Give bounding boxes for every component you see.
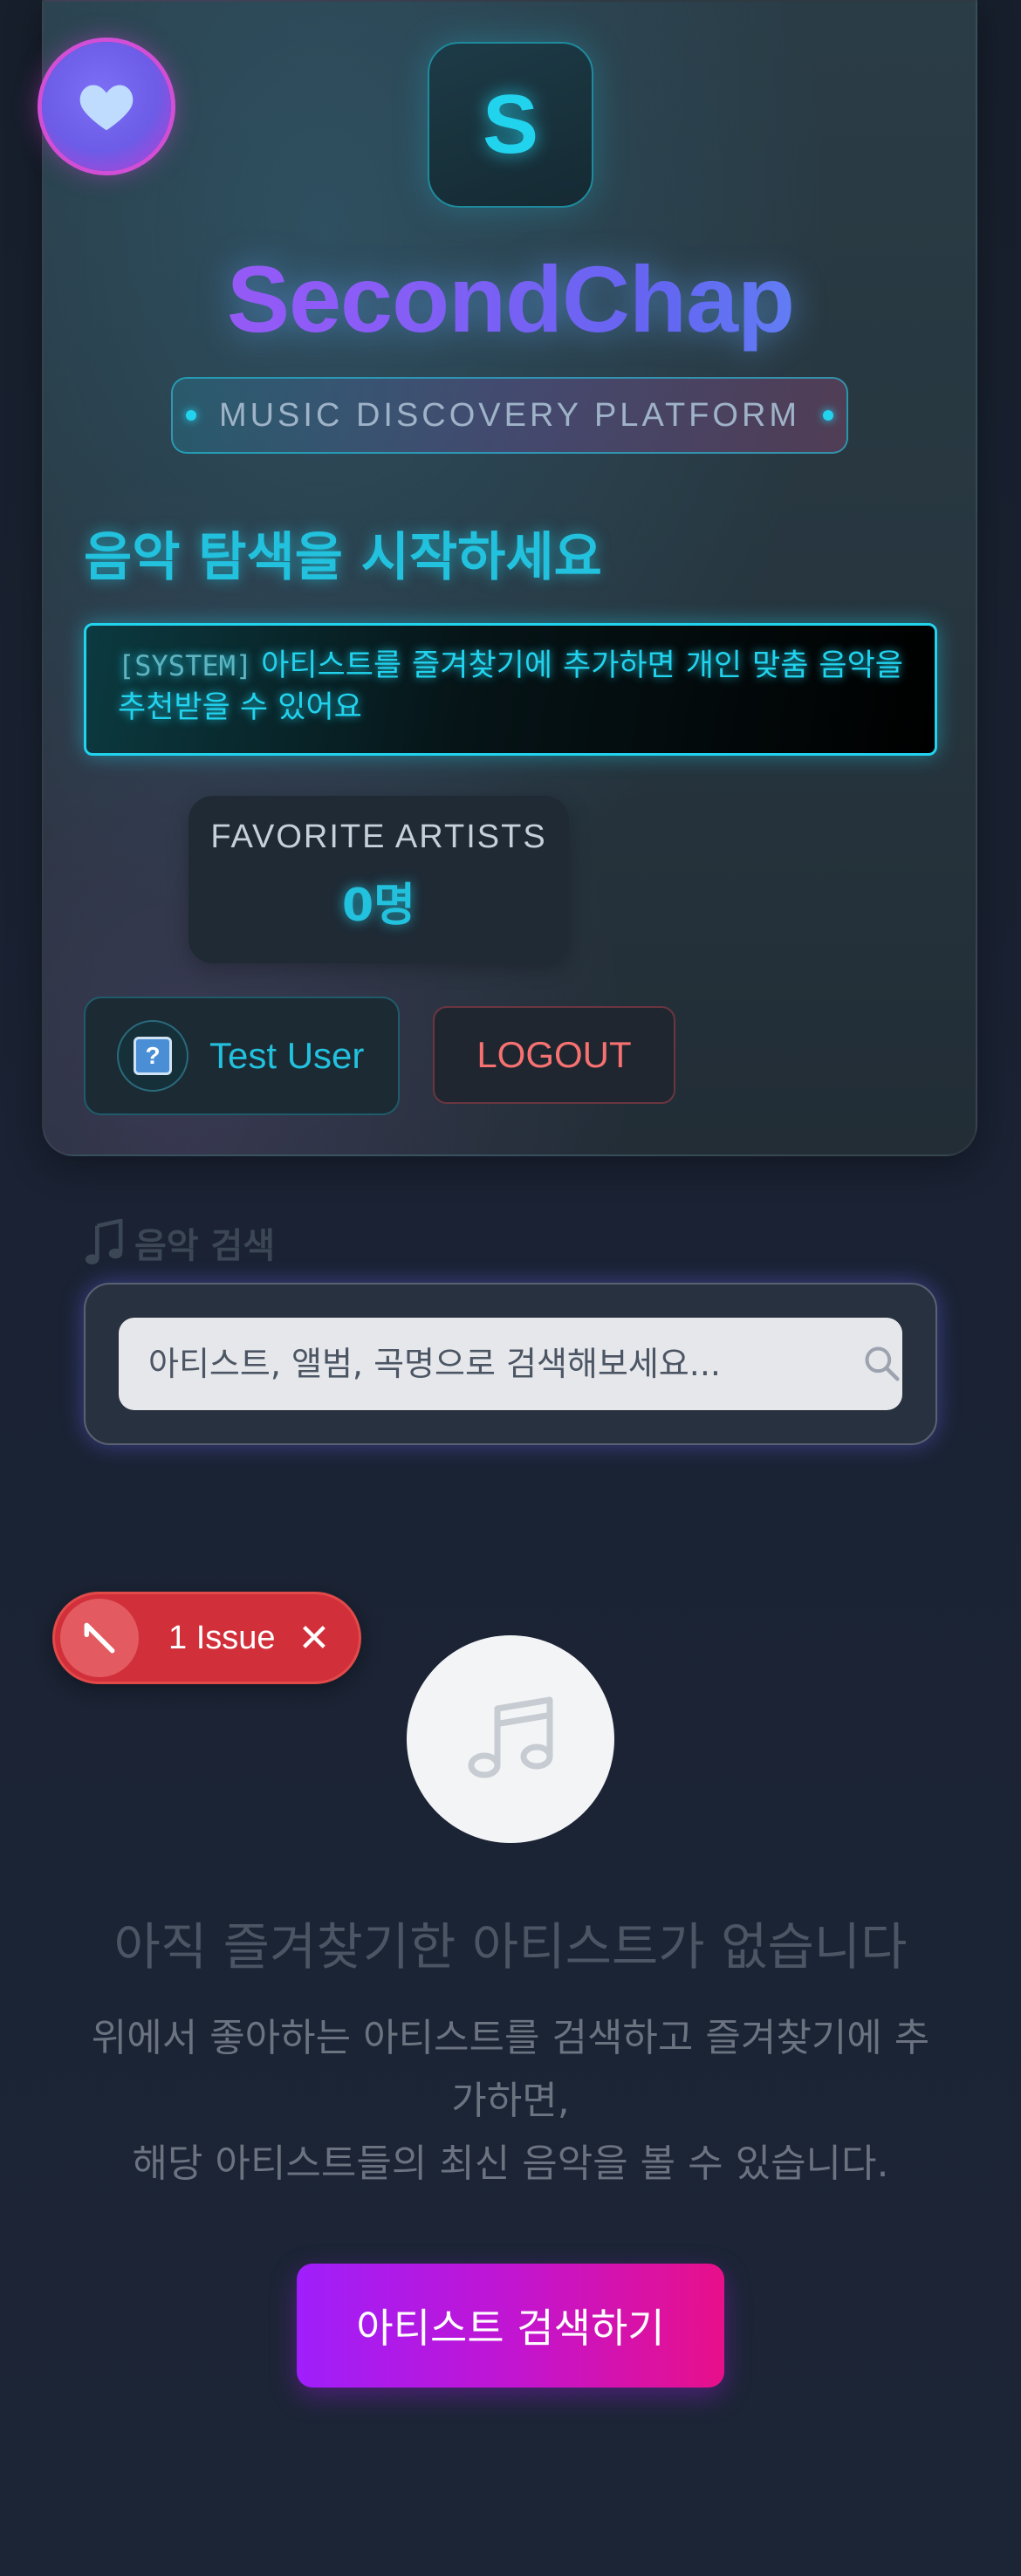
tagline-badge: MUSIC DISCOVERY PLATFORM xyxy=(171,377,848,454)
system-tag: [SYSTEM] xyxy=(118,649,253,682)
music-note-icon xyxy=(85,1219,123,1264)
favorite-artists-count: 0명 xyxy=(341,880,416,932)
music-note-icon xyxy=(468,1696,553,1778)
search-section-label: 음악 검색 xyxy=(134,1226,276,1266)
tagline-dot-left xyxy=(185,410,196,421)
empty-state-description-line1: 위에서 좋아하는 아티스트를 검색하고 즐겨찾기에 추가하면, xyxy=(91,2016,930,2123)
search-section-title: 음악 검색 xyxy=(84,1217,275,1268)
issue-count: 1 Issue xyxy=(168,1619,276,1656)
search-artists-button[interactable]: 아티스트 검색하기 xyxy=(297,2264,724,2388)
heart-icon xyxy=(79,85,134,131)
favorites-heart-button[interactable] xyxy=(42,42,171,171)
search-panel xyxy=(84,1283,937,1445)
app-logo: S xyxy=(428,42,593,208)
search-input[interactable] xyxy=(119,1318,902,1410)
empty-state-description: 위에서 좋아하는 아티스트를 검색하고 즐겨찾기에 추가하면, 해당 아티스트들… xyxy=(74,2007,947,2196)
tagline-dot-right xyxy=(823,410,834,421)
search-icon[interactable] xyxy=(862,1344,901,1382)
empty-state-illustration xyxy=(407,1635,614,1843)
empty-state-title: 아직 즐겨찾기한 아티스트가 없습니다 xyxy=(113,1917,908,1977)
user-profile-button[interactable]: ? Test User xyxy=(84,997,400,1115)
issue-logo xyxy=(60,1599,139,1677)
avatar-placeholder-icon: ? xyxy=(134,1037,172,1075)
logout-button[interactable]: LOGOUT xyxy=(433,1006,675,1104)
brand-title: SecondChap xyxy=(0,244,1021,353)
issue-badge[interactable]: 1 Issue ✕ xyxy=(52,1592,361,1684)
user-name: Test User xyxy=(209,1035,365,1076)
favorite-artists-stat: FAVORITE ARTISTS 0명 xyxy=(188,796,569,963)
issue-logo-icon xyxy=(84,1622,115,1654)
tagline-text: MUSIC DISCOVERY PLATFORM xyxy=(218,396,801,434)
start-heading: 음악 탐색을 시작하세요 xyxy=(84,527,602,588)
close-icon[interactable]: ✕ xyxy=(298,1616,331,1661)
empty-state-description-line2: 해당 아티스트들의 최신 음악을 볼 수 있습니다. xyxy=(132,2141,889,2186)
avatar: ? xyxy=(117,1020,188,1092)
system-message-box: [SYSTEM] 아티스트를 즐겨찾기에 추가하면 개인 맞춤 음악을 추천받을 … xyxy=(84,623,937,756)
favorite-artists-label: FAVORITE ARTISTS xyxy=(210,819,547,855)
